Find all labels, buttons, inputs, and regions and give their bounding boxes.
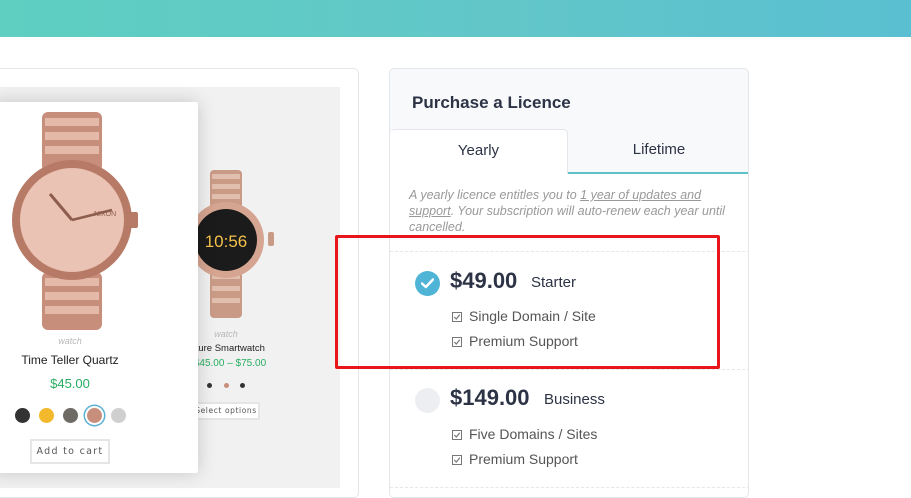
watch-image: NIXON: [12, 112, 138, 330]
tab-lifetime[interactable]: Lifetime: [568, 129, 748, 174]
plan-feature: Premium Support: [469, 451, 578, 467]
plan-feature: Five Domains / Sites: [469, 426, 598, 442]
licence-description: A yearly licence entitles you to 1 year …: [409, 188, 725, 234]
product-card-smartwatch[interactable]: 10:56: [188, 160, 298, 430]
tab-yearly[interactable]: Yearly: [390, 129, 568, 174]
divider: [390, 369, 748, 370]
product-name[interactable]: Time Teller Quartz: [0, 353, 140, 367]
svg-text:10:56: 10:56: [205, 232, 248, 251]
color-swatch-gunmetal[interactable]: [63, 408, 78, 423]
checkbox-icon: [452, 455, 462, 465]
color-swatch-gold[interactable]: [39, 408, 54, 423]
smartwatch-image: 10:56: [188, 170, 274, 318]
select-options-button[interactable]: Select options: [192, 402, 260, 420]
svg-text:NIXON: NIXON: [94, 211, 116, 218]
color-swatch-black[interactable]: [15, 408, 30, 423]
product-price: $45.00: [50, 376, 90, 391]
checkbox-icon: [452, 430, 462, 440]
color-swatch-silver[interactable]: [111, 408, 126, 423]
product-category: watch: [58, 336, 82, 346]
product-category: watch: [214, 329, 238, 339]
plan-price: $149.00: [450, 385, 530, 410]
color-swatch[interactable]: [224, 383, 229, 388]
panel-title: Purchase a Licence: [412, 93, 571, 112]
plan-name: Business: [544, 391, 605, 408]
highlight-box: [335, 235, 720, 369]
color-swatch[interactable]: [207, 383, 212, 388]
plan-radio-business[interactable]: [415, 388, 440, 413]
color-swatch[interactable]: [240, 383, 245, 388]
color-swatch-rose-gold[interactable]: [87, 408, 102, 423]
add-to-cart-button[interactable]: Add to cart: [30, 439, 110, 464]
header-banner: [0, 0, 911, 37]
